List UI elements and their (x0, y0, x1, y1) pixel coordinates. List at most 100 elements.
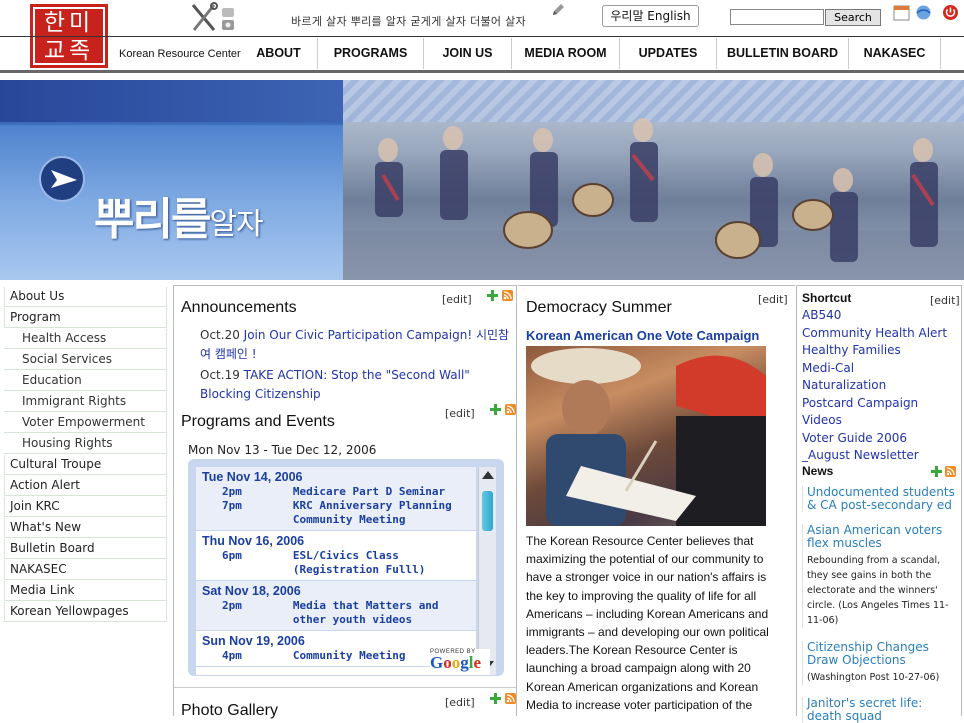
photo-gallery-edit-link[interactable]: [edit] (445, 696, 475, 709)
search-input[interactable] (730, 9, 824, 25)
scroll-up-icon[interactable] (482, 471, 494, 479)
news-headline-link[interactable]: Asian American voters flex muscles (807, 524, 958, 550)
sidebar-item-action-alert[interactable]: Action Alert (4, 476, 167, 496)
democracy-summer-section: Democracy Summer [edit] Korean American … (518, 285, 795, 716)
news-item: Citizenship Changes Draw Objections (Was… (802, 641, 958, 685)
sidebar-item-housing-rights[interactable]: Housing Rights (4, 434, 167, 454)
sidebar-item-whats-new[interactable]: What's New (4, 518, 167, 538)
sidebar-item-nakasec[interactable]: NAKASEC (4, 560, 167, 580)
event-time: 2pm (222, 599, 242, 612)
language-toggle-button[interactable]: 우리말 English (602, 5, 699, 27)
main-nav: ABOUT PROGRAMS JOIN US MEDIA ROOM UPDATE… (240, 38, 941, 69)
hero-banner: 뿌리를알자 (0, 80, 964, 280)
rss-icon[interactable] (945, 466, 956, 477)
shortcut-link-naturalization[interactable]: Naturalization (802, 378, 886, 392)
sidebar-item-education[interactable]: Education (4, 371, 167, 391)
sidebar-item-voter-empowerment[interactable]: Voter Empowerment (4, 413, 167, 433)
news-item: Asian American voters flex muscles Rebou… (802, 524, 958, 628)
event-time: 7pm (222, 499, 242, 512)
democracy-subtitle-link[interactable]: Korean American One Vote Campaign (526, 328, 759, 343)
shortcut-link-voter-guide[interactable]: Voter Guide 2006 (802, 431, 907, 445)
nav-updates[interactable]: UPDATES (620, 38, 717, 69)
add-icon[interactable] (487, 290, 498, 301)
browser-icon[interactable] (915, 4, 932, 21)
event-title[interactable]: Medicare Part D Seminar (293, 485, 470, 499)
event-row[interactable]: 2pm Media that Matters and other youth v… (202, 599, 470, 627)
sidebar-item-join-krc[interactable]: Join KRC (4, 497, 167, 517)
shortcut-link-postcard-campaign[interactable]: Postcard Campaign (802, 396, 918, 410)
news-headline-link[interactable]: Citizenship Changes Draw Objections (807, 641, 958, 667)
event-title[interactable]: Media that Matters and other youth video… (293, 599, 470, 627)
pencil-icon[interactable] (551, 3, 565, 17)
sidebar-item-about-us[interactable]: About Us (4, 287, 167, 307)
shortcut-edit-link[interactable]: [edit] (930, 294, 960, 307)
news-item: Undocumented students & CA post-secondar… (802, 486, 958, 512)
add-icon[interactable] (490, 404, 501, 415)
sidebar-item-cultural-troupe[interactable]: Cultural Troupe (4, 455, 167, 475)
calendar-icon[interactable] (893, 4, 910, 21)
scroll-thumb[interactable] (482, 491, 493, 531)
event-title[interactable]: KRC Anniversary Planning Community Meeti… (293, 499, 470, 527)
tools-icon[interactable] (190, 2, 238, 34)
announcement-link[interactable]: TAKE ACTION: Stop the "Second Wall" Bloc… (200, 368, 470, 401)
nav-about[interactable]: ABOUT (240, 38, 318, 69)
sidebar-item-social-services[interactable]: Social Services (4, 350, 167, 370)
event-row[interactable]: 6pm ESL/Civics Class (Registration Fulll… (202, 549, 470, 577)
shortcut-link-august-newsletter[interactable]: _August Newsletter (802, 448, 919, 462)
rss-icon[interactable] (505, 693, 516, 704)
event-row[interactable]: 2pm Medicare Part D Seminar (202, 485, 470, 499)
event-title[interactable]: ESL/Civics Class (Registration Fulll) (293, 549, 470, 577)
add-icon[interactable] (490, 693, 501, 704)
nav-programs[interactable]: PROGRAMS (318, 38, 424, 69)
nav-nakasec[interactable]: NAKASEC (849, 38, 941, 69)
shortcut-link-healthy-families[interactable]: Healthy Families (802, 343, 901, 357)
announcements-edit-link[interactable]: [edit] (442, 293, 472, 306)
event-time: 6pm (222, 549, 242, 562)
announcement-item: Oct.19 TAKE ACTION: Stop the "Second Wal… (200, 366, 510, 404)
search-button[interactable]: Search (825, 9, 881, 26)
programs-edit-link[interactable]: [edit] (445, 407, 475, 420)
democracy-edit-link[interactable]: [edit] (758, 293, 788, 306)
news-description: (Washington Post 10-27-06) (807, 672, 940, 683)
announcement-link[interactable]: Join Our Civic Participation Campaign! 시… (200, 328, 509, 361)
banner-headline-small: 알자 (209, 207, 263, 242)
news-item: Janitor's secret life: death squad (802, 697, 958, 723)
nav-media-room[interactable]: MEDIA ROOM (512, 38, 620, 69)
democracy-body-text: The Korean Resource Center believes that… (526, 534, 769, 712)
rss-icon[interactable] (502, 290, 513, 301)
sidebar-item-immigrant-rights[interactable]: Immigrant Rights (4, 392, 167, 412)
site-header: 한미교족 바르게 살자 뿌리를 알자 굳게게 살자 더불어 살자 우리말 Eng… (0, 0, 964, 78)
power-icon[interactable] (942, 4, 959, 21)
rss-icon[interactable] (505, 404, 516, 415)
sidebar-item-korean-yellowpages[interactable]: Korean Yellowpages (4, 602, 167, 622)
shortcut-link-ab540[interactable]: AB540 (802, 308, 841, 322)
org-name: Korean Resource Center (119, 48, 241, 60)
sidebar-item-media-link[interactable]: Media Link (4, 581, 167, 601)
event-day-date: Sun Nov 19, 2006 (202, 634, 305, 648)
shortcut-link-videos[interactable]: Videos (802, 413, 842, 427)
powered-by-badge[interactable]: POWERED BY Google (430, 649, 490, 675)
event-day-date: Sat Nov 18, 2006 (202, 584, 301, 598)
news-headline-link[interactable]: Janitor's secret life: death squad (807, 697, 958, 723)
sidebar-item-bulletin-board[interactable]: Bulletin Board (4, 539, 167, 559)
shortcut-link-community-health-alert[interactable]: Community Health Alert (802, 326, 947, 340)
event-day: Tue Nov 14, 2006 2pm Medicare Part D Sem… (196, 467, 476, 531)
add-icon[interactable] (931, 466, 942, 477)
nav-bulletin-board[interactable]: BULLETIN BOARD (717, 38, 849, 69)
nav-join-us[interactable]: JOIN US (424, 38, 512, 69)
shortcut-title: Shortcut (802, 291, 852, 305)
events-scrollbar[interactable] (478, 467, 496, 675)
shortcut-link-medi-cal[interactable]: Medi-Cal (802, 361, 854, 375)
event-day: Sat Nov 18, 2006 2pm Media that Matters … (196, 581, 476, 631)
photo-gallery-section: Photo Gallery [edit] (174, 687, 516, 719)
banner-photo (343, 80, 964, 280)
event-row[interactable]: 7pm KRC Anniversary Planning Community M… (202, 499, 470, 527)
event-time: 2pm (222, 485, 242, 498)
sidebar-item-health-access[interactable]: Health Access (4, 329, 167, 349)
announcement-date: Oct.20 (200, 328, 240, 342)
event-time: 4pm (222, 649, 242, 662)
announcement-date: Oct.19 (200, 368, 240, 382)
banner-headline: 뿌리를알자 (94, 183, 264, 247)
sidebar-item-program[interactable]: Program (4, 308, 167, 328)
news-headline-link[interactable]: Undocumented students & CA post-secondar… (807, 486, 958, 512)
